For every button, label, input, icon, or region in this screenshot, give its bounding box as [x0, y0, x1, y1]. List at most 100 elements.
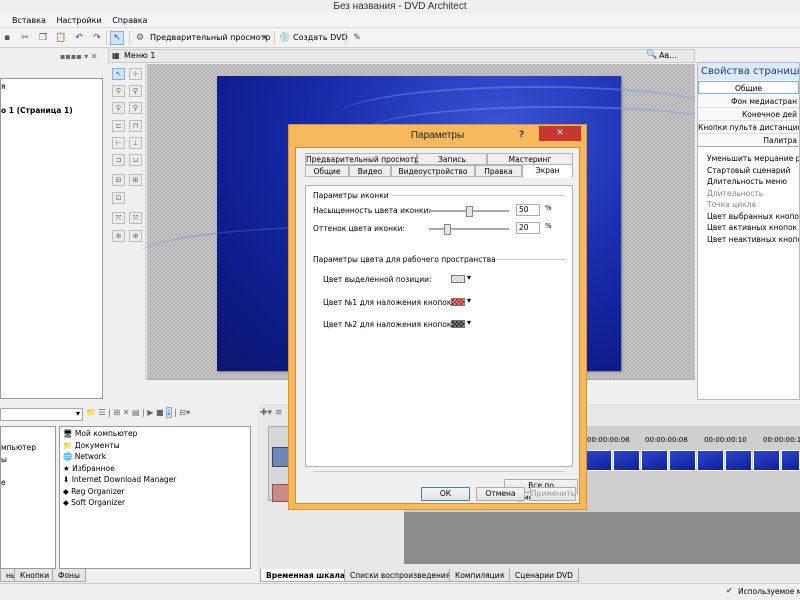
- size-width-icon[interactable]: ⊡: [112, 192, 125, 204]
- preview-button[interactable]: Предварительный просмотр: [150, 31, 270, 45]
- color-swatch-button1[interactable]: [451, 298, 465, 306]
- align-right-icon[interactable]: ⊐: [112, 154, 125, 166]
- prop-row[interactable]: Стартовый сценарий: [698, 165, 799, 177]
- select-tool-icon[interactable]: ↖: [110, 31, 124, 45]
- redo-icon[interactable]: ↷: [90, 31, 104, 45]
- color-swatch-selected[interactable]: [451, 275, 465, 283]
- menu-help[interactable]: Справка: [112, 14, 147, 28]
- cut-icon[interactable]: ✂: [18, 31, 32, 45]
- help-icon[interactable]: ?: [519, 130, 524, 140]
- paste-icon[interactable]: 📋: [54, 31, 68, 45]
- align-center-icon[interactable]: ⊢: [112, 137, 125, 149]
- close-button[interactable]: ✕: [539, 126, 581, 141]
- prop-row[interactable]: Цвет выбранных кнопок: [698, 211, 799, 223]
- prop-row[interactable]: Длительность: [698, 188, 799, 200]
- prop-tab-end-action[interactable]: Конечное дей: [698, 108, 799, 121]
- tree-item-page1[interactable]: о 1 (Страница 1): [1, 105, 102, 117]
- hue-label: Оттенок цвета иконки:: [313, 224, 405, 233]
- tab-video-device[interactable]: Видеоустройство: [391, 165, 475, 177]
- tool-icon[interactable]: ⚲: [112, 102, 125, 114]
- ok-button[interactable]: ОК: [421, 487, 470, 501]
- tab-backgrounds[interactable]: Фоны: [52, 569, 86, 582]
- path-dropdown[interactable]: ▾: [0, 408, 83, 421]
- prop-tab-background[interactable]: Фон медиастран: [698, 95, 799, 108]
- chevron-down-icon[interactable]: ▾: [467, 296, 471, 305]
- chevron-down-icon[interactable]: ▾: [260, 31, 270, 45]
- hue-slider[interactable]: [429, 224, 509, 235]
- tab-video[interactable]: Видео: [349, 165, 391, 177]
- list-item[interactable]: 🌐 Network: [63, 451, 250, 463]
- copy-icon[interactable]: ❐: [36, 31, 50, 45]
- folder-item[interactable]: е: [1, 477, 55, 489]
- wand-icon[interactable]: ✎: [350, 31, 364, 45]
- tab-burn[interactable]: Запись: [417, 153, 487, 165]
- prop-row[interactable]: Уменьшить мерцание раз...: [698, 153, 799, 165]
- tab-playlists[interactable]: Списки воспроизведения: [344, 569, 457, 582]
- list-item[interactable]: ⬇ Internet Download Manager: [63, 474, 250, 486]
- save-icon[interactable]: ▪: [0, 31, 14, 45]
- saturation-value-field[interactable]: 50: [516, 204, 540, 216]
- search-icon[interactable]: 🔍: [646, 50, 657, 60]
- prop-tab-remote-buttons[interactable]: Кнопки пульта дистанцио: [698, 121, 799, 134]
- center-icon[interactable]: ⊕: [112, 230, 125, 242]
- tab-compilation[interactable]: Компиляция: [449, 569, 511, 582]
- saturation-slider[interactable]: [429, 206, 509, 217]
- list-item[interactable]: ◆ Reg Organizer: [63, 486, 250, 498]
- undo-icon[interactable]: ↶: [72, 31, 86, 45]
- stretch-icon[interactable]: ⤧: [129, 212, 142, 224]
- slider-thumb[interactable]: [465, 206, 473, 217]
- tool-icon[interactable]: ⚲: [112, 85, 125, 97]
- stretch-icon[interactable]: ⤧: [112, 212, 125, 224]
- tab-preview[interactable]: Предварительный просмотр: [305, 153, 419, 165]
- tab-timeline[interactable]: Временная шкала: [260, 569, 351, 582]
- align-middle-icon[interactable]: ⊥: [129, 137, 142, 149]
- prop-row[interactable]: Длительность меню: [698, 176, 799, 188]
- project-tree[interactable]: я о 1 (Страница 1): [0, 78, 103, 399]
- align-top-icon[interactable]: ⊓: [129, 120, 142, 132]
- prop-row[interactable]: Цвет активных кнопок: [698, 222, 799, 234]
- tree-item[interactable]: я: [1, 81, 102, 93]
- pointer-tool-icon[interactable]: ↖: [112, 68, 125, 80]
- folder-item[interactable]: ы: [1, 454, 55, 466]
- tab-general[interactable]: Общие: [305, 165, 349, 177]
- prop-tab-palette[interactable]: Палитра: [698, 134, 799, 147]
- chevron-down-icon[interactable]: ▾: [467, 318, 471, 327]
- tool-icon[interactable]: ⚲: [129, 85, 142, 97]
- saturation-label: Насыщенность цвета иконки:: [313, 206, 431, 215]
- list-item[interactable]: ★ Избранное: [63, 463, 250, 475]
- explorer-folder-tree[interactable]: мпьютер ы е: [0, 426, 56, 569]
- color-swatch-button2[interactable]: [451, 320, 465, 328]
- align-left-icon[interactable]: ⊏: [112, 120, 125, 132]
- distribute-v-icon[interactable]: ⊞: [129, 174, 142, 186]
- apply-button[interactable]: Применить: [530, 487, 576, 501]
- list-item[interactable]: ◆ Soft Organizer: [63, 497, 250, 509]
- distribute-h-icon[interactable]: ⊟: [112, 174, 125, 186]
- list-item[interactable]: 🖥 Мой компьютер: [63, 428, 250, 440]
- tab-buttons[interactable]: Кнопки: [14, 569, 56, 582]
- align-bottom-icon[interactable]: ⊔: [129, 154, 142, 166]
- prop-row[interactable]: Цвет неактивных кнопок: [698, 234, 799, 246]
- editor-tab-menu1[interactable]: Меню 1: [124, 51, 155, 60]
- tab-display[interactable]: Экран: [522, 164, 573, 178]
- tab-dvd-scenarios[interactable]: Сценарии DVD: [509, 569, 579, 582]
- hue-value-field[interactable]: 20: [516, 222, 540, 234]
- film-frame: [669, 450, 696, 471]
- menu-settings[interactable]: Настройки: [56, 14, 101, 28]
- create-dvd-button[interactable]: Создать DVD: [293, 31, 348, 45]
- folder-item[interactable]: мпьютер: [1, 442, 55, 454]
- search-input[interactable]: Ав...: [659, 51, 677, 60]
- prop-tab-general[interactable]: Общие: [698, 81, 799, 94]
- prop-row[interactable]: Точка цикла: [698, 199, 799, 211]
- slider-thumb[interactable]: [444, 224, 452, 235]
- cancel-button[interactable]: Отмена: [476, 487, 525, 501]
- menu-insert[interactable]: Вставка: [12, 14, 46, 28]
- list-item[interactable]: 📁 Документы: [63, 440, 250, 452]
- resize-tool-icon[interactable]: ⊹: [129, 68, 142, 80]
- explorer-file-list[interactable]: 🖥 Мой компьютер 📁 Документы 🌐 Network ★ …: [59, 426, 251, 569]
- tab-edit[interactable]: Правка: [475, 165, 522, 177]
- create-dvd-icon[interactable]: 💿: [278, 31, 292, 45]
- center-icon[interactable]: ⊕: [129, 230, 142, 242]
- tool-icon[interactable]: ⚲: [129, 102, 142, 114]
- preview-icon[interactable]: ⚙: [133, 31, 147, 45]
- chevron-down-icon[interactable]: ▾: [467, 273, 471, 282]
